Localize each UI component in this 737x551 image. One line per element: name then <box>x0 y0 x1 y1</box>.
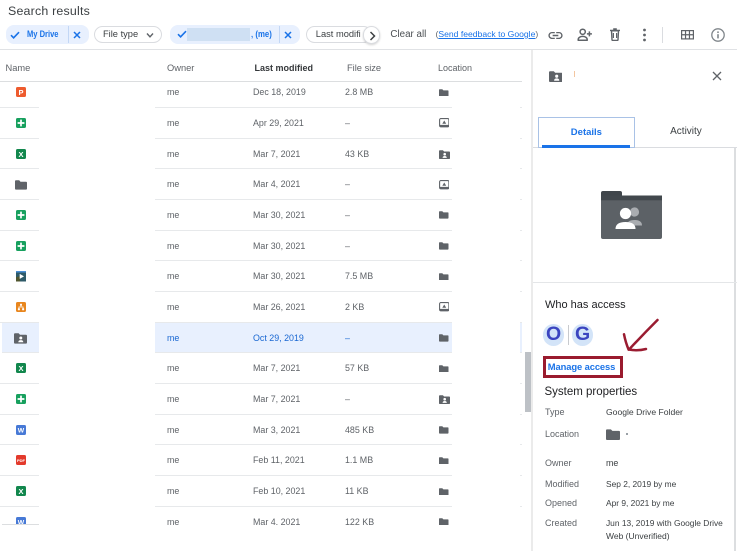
svg-text:X: X <box>18 364 23 373</box>
svg-text:W: W <box>17 427 24 434</box>
svg-text:PDF: PDF <box>17 458 26 463</box>
svg-text:X: X <box>18 487 23 496</box>
svg-text:X: X <box>18 149 23 158</box>
svg-text:P: P <box>18 88 23 97</box>
